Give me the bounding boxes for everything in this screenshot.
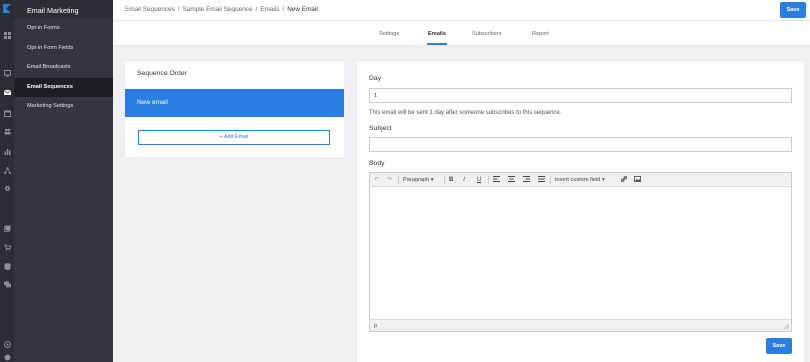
save-button[interactable]: Save: [766, 338, 792, 354]
body-editor: ↶ ↷ Paragraph ▾ B I U Insert custom fiel…: [369, 172, 792, 332]
monitor-icon[interactable]: [3, 69, 11, 77]
breadcrumb-separator: /: [177, 6, 180, 13]
dashboard-icon[interactable]: [3, 31, 11, 39]
editor-toolbar: ↶ ↷ Paragraph ▾ B I U Insert custom fiel…: [370, 173, 791, 187]
underline-icon[interactable]: U: [477, 176, 481, 184]
tab-settings[interactable]: Settings: [379, 31, 399, 37]
link-icon[interactable]: [620, 175, 628, 184]
bold-icon[interactable]: B: [449, 176, 453, 184]
body-label: Body: [369, 160, 385, 167]
sidebar: Email Marketing Opt-in Forms Opt-in Form…: [14, 0, 113, 362]
breadcrumb-emails[interactable]: Emails: [260, 6, 279, 13]
sidebar-item-opt-in-forms[interactable]: Opt-in Forms: [14, 19, 113, 39]
tab-bar: Settings Emails Subscribers Report: [113, 21, 810, 46]
header: Email Sequences / Sample Email Sequence / Em…: [113, 0, 810, 21]
chart-icon[interactable]: [3, 147, 11, 155]
subject-input[interactable]: [369, 137, 792, 152]
icon-rail: [0, 0, 14, 362]
format-select-value: Paragraph: [403, 177, 430, 183]
italic-icon[interactable]: I: [463, 176, 465, 184]
chevron-down-icon: ▾: [430, 177, 434, 183]
database-icon[interactable]: [3, 262, 11, 270]
sidebar-item-opt-in-form-fields[interactable]: Opt-in Form Fields: [14, 39, 113, 59]
sidebar-title: Email Marketing: [14, 0, 113, 19]
element-path: p: [374, 323, 377, 329]
user-icon[interactable]: [3, 353, 11, 361]
toolbar-divider: [398, 176, 399, 184]
breadcrumb-separator: /: [255, 6, 258, 13]
tab-subscribers[interactable]: Subscribers: [472, 31, 502, 37]
toolbar-divider: [550, 176, 551, 184]
network-icon[interactable]: [3, 166, 11, 174]
sidebar-item-email-broadcasts[interactable]: Email Broadcasts: [14, 58, 113, 78]
resize-handle-icon[interactable]: [784, 324, 789, 329]
day-hint: This email will be sent 1 day after some…: [369, 110, 562, 116]
day-input[interactable]: 1: [369, 88, 792, 103]
editor-statusbar: p: [370, 319, 791, 331]
logo-icon[interactable]: [3, 4, 11, 13]
tab-emails[interactable]: Emails: [426, 31, 448, 45]
cart-icon[interactable]: [3, 243, 11, 251]
email-form: Day 1 This email will be sent 1 day afte…: [357, 62, 804, 362]
help-icon[interactable]: [3, 340, 11, 348]
redo-icon[interactable]: ↷: [387, 176, 392, 184]
toolbar-divider: [488, 176, 489, 184]
sidebar-item-email-sequences[interactable]: Email Sequences: [14, 77, 113, 97]
undo-icon[interactable]: ↶: [374, 176, 379, 184]
custom-field-select[interactable]: Insert custom field ▾: [555, 176, 605, 184]
gear-icon[interactable]: [3, 184, 11, 192]
gallery-icon[interactable]: [3, 224, 11, 232]
align-left-icon[interactable]: [493, 176, 500, 184]
day-label: Day: [369, 75, 382, 82]
image-icon[interactable]: [634, 176, 641, 184]
chat-icon[interactable]: [3, 280, 11, 288]
breadcrumb-separator: /: [282, 6, 285, 13]
add-email-button[interactable]: + Add Email: [138, 130, 330, 145]
align-right-icon[interactable]: [523, 176, 530, 184]
breadcrumb-sample-sequence[interactable]: Sample Email Sequence: [183, 6, 253, 13]
chevron-down-icon: ▾: [601, 177, 605, 183]
align-justify-icon[interactable]: [538, 176, 545, 184]
breadcrumb: Email Sequences / Sample Email Sequence / Em…: [125, 6, 318, 13]
align-center-icon[interactable]: [508, 176, 515, 184]
mail-icon[interactable]: [3, 88, 11, 96]
sequence-title: Sequence Order: [137, 70, 187, 77]
tab-report[interactable]: Report: [532, 31, 549, 37]
sequence-panel: Sequence Order New email + Add Email: [125, 62, 344, 157]
sidebar-item-marketing-settings[interactable]: Marketing Settings: [14, 97, 113, 117]
format-select[interactable]: Paragraph ▾: [403, 176, 434, 184]
calendar-icon[interactable]: [3, 109, 11, 117]
subject-label: Subject: [369, 125, 392, 132]
breadcrumb-current: New Email: [287, 6, 318, 13]
sequence-item-new-email[interactable]: New email: [125, 89, 344, 117]
save-button-top[interactable]: Save: [780, 2, 806, 18]
breadcrumb-email-sequences[interactable]: Email Sequences: [125, 6, 175, 13]
custom-field-value: Insert custom field: [555, 177, 601, 183]
toolbar-divider: [444, 176, 445, 184]
users-icon[interactable]: [3, 127, 11, 135]
